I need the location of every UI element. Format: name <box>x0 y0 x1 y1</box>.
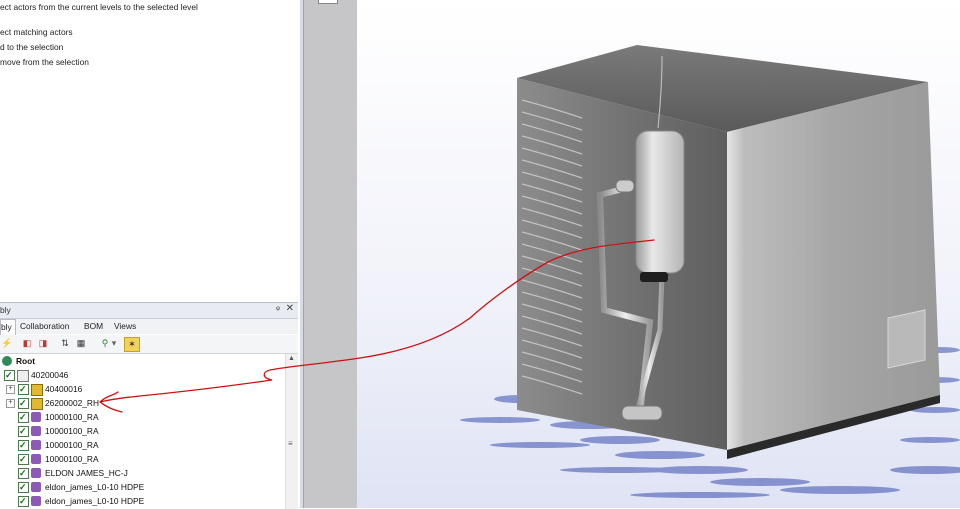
tree-node-label: 40400016 <box>45 384 83 394</box>
3d-viewport[interactable] <box>357 0 960 508</box>
scroll-grip-icon[interactable]: ≡ <box>288 439 293 448</box>
insert-part-icon[interactable]: ◧ <box>20 337 34 350</box>
part-icon <box>31 412 41 422</box>
tree-node-label: 26200002_RH <box>45 398 100 408</box>
globe-icon <box>2 356 12 366</box>
visibility-checkbox[interactable] <box>18 494 29 508</box>
assembly-icon <box>31 398 43 410</box>
visibility-checkbox[interactable] <box>18 382 29 396</box>
visibility-checkbox[interactable] <box>18 424 29 438</box>
tree-scrollbar[interactable]: ▲ ≡ <box>285 354 298 509</box>
tree-root-label: Root <box>16 356 36 366</box>
part-icon <box>31 426 41 436</box>
panel-title: bly <box>0 305 11 315</box>
visibility-checkbox[interactable] <box>18 410 29 424</box>
visibility-checkbox[interactable] <box>4 368 15 382</box>
part-icon <box>31 482 41 492</box>
tree-node-label: 10000100_RA <box>45 412 99 422</box>
tree-node-label: 10000100_RA <box>45 440 99 450</box>
visibility-checkbox[interactable] <box>18 438 29 452</box>
visibility-checkbox[interactable] <box>18 396 29 410</box>
menu-item-remove-from-selection[interactable]: move from the selection <box>0 57 89 67</box>
tree-node-label: 10000100_RA <box>45 454 99 464</box>
panel-tabs: bly Collaboration BOM Views <box>0 319 298 335</box>
strip-handle[interactable] <box>318 0 338 4</box>
panel-titlebar: bly ᵠ ✕ <box>0 303 298 319</box>
assembly-icon <box>31 384 43 396</box>
context-menu-panel: ect actors from the current levels to th… <box>0 0 301 300</box>
part-icon <box>31 496 41 506</box>
part-icon <box>31 440 41 450</box>
part-doc-icon <box>17 370 29 382</box>
expand-icon[interactable]: + <box>6 399 15 408</box>
tab-collaboration[interactable]: Collaboration <box>20 321 69 331</box>
assembly-panel: bly ᵠ ✕ bly Collaboration BOM Views ⚡ ◧ … <box>0 302 298 509</box>
cabinet-render <box>357 0 960 508</box>
tab-views[interactable]: Views <box>114 321 136 331</box>
menu-item-add-to-selection[interactable]: d to the selection <box>0 42 63 52</box>
pin-icon[interactable]: ᵠ <box>276 304 280 314</box>
tree-toolbar: ⚡ ◧ ◨ ⇅ ▦ ⚲ ▾ ✶ <box>0 335 298 354</box>
expand-icon[interactable]: + <box>6 385 15 394</box>
sort-icon[interactable]: ⇅ <box>58 337 72 350</box>
visibility-checkbox[interactable] <box>18 452 29 466</box>
assembly-tree: Root 40200046 + 40400016 + 26200002_RH 1… <box>0 354 285 509</box>
scroll-up-icon[interactable]: ▲ <box>288 355 295 362</box>
columns-icon[interactable]: ▦ <box>74 337 88 350</box>
chevron-down-icon[interactable]: ▾ <box>110 337 118 350</box>
visibility-checkbox[interactable] <box>18 466 29 480</box>
tree-node-label: ELDON JAMES_HC-J <box>45 468 128 478</box>
close-icon[interactable]: ✕ <box>286 303 294 314</box>
highlight-icon[interactable]: ✶ <box>124 337 140 352</box>
vertical-toolbar-strip <box>303 0 358 508</box>
tree-node-label: 40200046 <box>31 370 69 380</box>
remove-part-icon[interactable]: ◨ <box>36 337 50 350</box>
tab-assembly[interactable]: bly <box>0 319 16 335</box>
tree-node-label: 10000100_RA <box>45 426 99 436</box>
tree-node-label: eldon_james_L0-10 HDPE <box>45 496 145 506</box>
select-icon[interactable]: ⚡ <box>0 337 14 350</box>
part-icon <box>31 468 41 478</box>
tab-bom[interactable]: BOM <box>84 321 103 331</box>
part-icon <box>31 454 41 464</box>
menu-item-move-to-level[interactable]: ect actors from the current levels to th… <box>0 2 198 12</box>
tree-node-label: eldon_james_L0-10 HDPE <box>45 482 145 492</box>
visibility-checkbox[interactable] <box>18 480 29 494</box>
menu-item-select-matching[interactable]: ect matching actors <box>0 27 73 37</box>
